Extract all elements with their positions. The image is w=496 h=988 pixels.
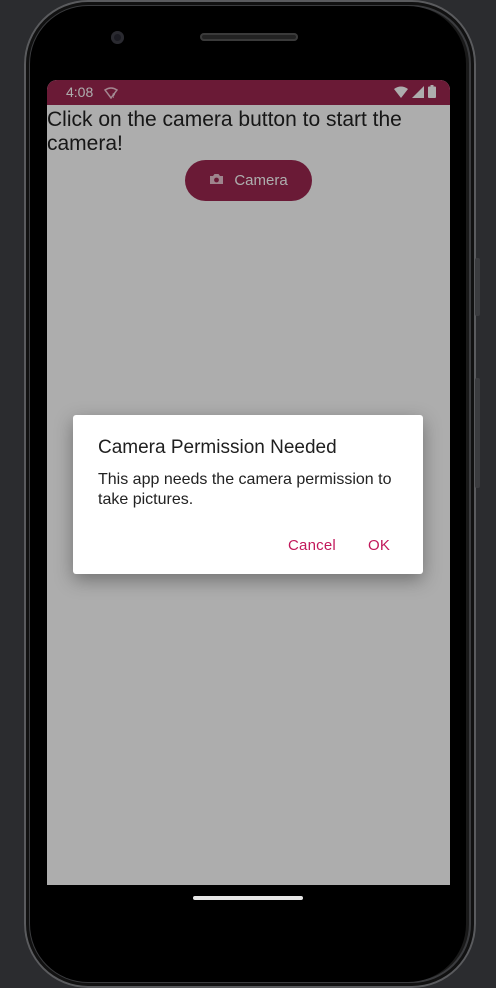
emulator-stage: 4:08 ? Click on the camera button to sta… bbox=[0, 0, 496, 988]
front-camera-icon bbox=[111, 31, 124, 44]
home-gesture-handle[interactable] bbox=[193, 896, 303, 900]
volume-button bbox=[475, 378, 480, 488]
cancel-button[interactable]: Cancel bbox=[288, 537, 336, 554]
dialog-title: Camera Permission Needed bbox=[98, 437, 337, 458]
device-screen: 4:08 ? Click on the camera button to sta… bbox=[47, 80, 450, 885]
permission-dialog: Camera Permission Needed This app needs … bbox=[73, 415, 423, 574]
ok-button[interactable]: OK bbox=[368, 537, 390, 554]
dialog-message: This app needs the camera permission to … bbox=[98, 471, 392, 508]
earpiece-speaker bbox=[200, 33, 298, 41]
navigation-bar bbox=[47, 885, 450, 925]
power-button bbox=[475, 258, 480, 316]
